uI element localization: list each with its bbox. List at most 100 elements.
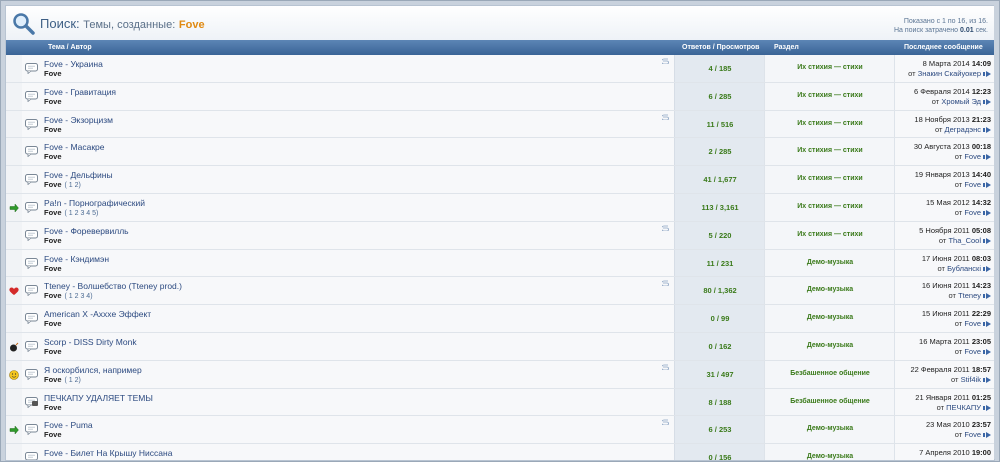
last-post-user-link[interactable]: Fove	[964, 458, 981, 460]
thread-title-link[interactable]: Scorp - DISS Dirty Monk	[44, 337, 137, 347]
col-last-post[interactable]: Последнее сообщение	[904, 44, 983, 51]
table-row[interactable]: Fove - Кэндимэн Fove 11 / 231 Демо-музыка 17…	[6, 249, 994, 278]
go-to-last-post-icon[interactable]	[983, 210, 991, 216]
thread-title-link[interactable]: Fove - Puma	[44, 420, 93, 430]
last-post-user-link[interactable]: Хромый Эд	[941, 97, 981, 106]
go-to-last-post-icon[interactable]	[983, 293, 991, 300]
go-to-last-post-icon[interactable]	[983, 460, 991, 461]
section-link[interactable]: Их стихия — стихи	[765, 64, 895, 71]
table-row[interactable]: Fove - Украина Fove 4 / 185 Их стихия — сти…	[6, 55, 994, 83]
section-link[interactable]: Их стихия — стихи	[765, 92, 895, 99]
table-row[interactable]: Fove - Масакре Fove 2 / 285 Их стихия — сти…	[6, 138, 994, 167]
author-link[interactable]: Fove	[44, 152, 62, 161]
table-row[interactable]: Scorp - DISS Dirty Monk Fove 0 / 162 Демо-м…	[6, 332, 994, 361]
go-to-last-post-icon[interactable]	[983, 182, 991, 189]
section-link[interactable]: Демо-музыка	[765, 342, 895, 349]
author-link[interactable]: Fove	[44, 375, 62, 384]
section-link[interactable]: Демо-музыка	[765, 286, 895, 293]
author-link[interactable]: Fove	[44, 319, 62, 328]
table-row[interactable]: ПЕЧКАПУ УДАЛЯЕТ ТЕМЫ Fove 8 / 188 Безбашенн…	[6, 388, 994, 417]
last-post-user-link[interactable]: Fove	[964, 430, 981, 439]
last-post-user-link[interactable]: Бубланскі	[947, 264, 981, 273]
section-link[interactable]: Безбашенное общение	[765, 398, 895, 405]
thread-title-link[interactable]: Fove - Форевервилль	[44, 226, 129, 236]
last-post-user-link[interactable]: Fove	[964, 347, 981, 356]
thread-title-link[interactable]: Fove - Билет На Крышу Ниссана	[44, 448, 172, 458]
page-links[interactable]: ( 1 2)	[65, 377, 81, 384]
author-link[interactable]: Fove	[44, 264, 62, 273]
thread-title-link[interactable]: ПЕЧКАПУ УДАЛЯЕТ ТЕМЫ	[44, 393, 153, 403]
search-user[interactable]: Fove	[179, 19, 205, 31]
go-to-last-post-icon[interactable]	[983, 432, 991, 439]
go-to-last-post-icon[interactable]	[983, 376, 991, 383]
col-topic[interactable]: Тема / Автор	[48, 44, 92, 51]
author-link[interactable]: Fove	[44, 430, 62, 439]
page-links[interactable]: ( 1 2)	[65, 182, 81, 189]
section-link[interactable]: Безбашенное общение	[765, 370, 895, 377]
section-link[interactable]: Демо-музыка	[765, 314, 895, 321]
page-links[interactable]: ( 1 2 3 4)	[65, 293, 93, 300]
thread-title-link[interactable]: Fove - Украина	[44, 59, 103, 69]
last-post-user-link[interactable]: Fove	[964, 208, 981, 217]
section-link[interactable]: Их стихия — стихи	[765, 147, 895, 154]
table-row[interactable]: Fove - Puma Fove 6 / 253 Демо-музыка 23 Мая …	[6, 416, 994, 445]
author-link[interactable]: Fove	[44, 458, 62, 460]
author-link[interactable]: Fove	[44, 125, 62, 134]
table-row[interactable]: Fove - Экзорцизм Fove 11 / 516 Их стихия — …	[6, 110, 994, 139]
section-link[interactable]: Демо-музыка	[765, 259, 895, 266]
author-link[interactable]: Fove	[44, 69, 62, 78]
go-to-last-post-icon[interactable]	[983, 348, 991, 355]
table-row[interactable]: Fove - Дельфины Fove( 1 2) 41 / 1,677 Их ст…	[6, 166, 994, 194]
author-link[interactable]: Fove	[44, 291, 62, 300]
author-link[interactable]: Fove	[44, 236, 62, 245]
go-to-last-post-icon[interactable]	[983, 237, 991, 244]
col-replies[interactable]: Ответов / Просмотров	[682, 44, 760, 51]
thread-title-link[interactable]: Fove - Масакре	[44, 142, 105, 152]
thread-title-link[interactable]: Fove - Дельфины	[44, 170, 113, 180]
thread-title-link[interactable]: Fove - Экзорцизм	[44, 115, 113, 125]
table-row[interactable]: Pa!n - Порнографический Fove( 1 2 3 4 5) 1…	[6, 193, 994, 222]
section-link[interactable]: Их стихия — стихи	[765, 231, 895, 238]
author-link[interactable]: Fove	[44, 97, 62, 106]
last-post-user-link[interactable]: ПЕЧКАПУ	[946, 403, 981, 412]
table-row[interactable]: Я оскорбился, например Fove( 1 2) 31 / 497…	[6, 360, 994, 389]
table-row[interactable]: Tteney - Волшебство (Tteney prod.) Fove( …	[6, 277, 994, 306]
section-link[interactable]: Демо-музыка	[765, 425, 895, 432]
section-link[interactable]: Их стихия — стихи	[765, 175, 895, 182]
table-row[interactable]: Fove - Форевервилль Fove 5 / 220 Их стихия …	[6, 221, 994, 250]
section-link[interactable]: Демо-музыка	[765, 453, 895, 460]
go-to-last-post-icon[interactable]	[983, 265, 991, 272]
thread-title-link[interactable]: Fove - Гравитация	[44, 87, 116, 97]
last-post-user-link[interactable]: Fove	[964, 319, 981, 328]
section-link[interactable]: Их стихия — стихи	[765, 203, 895, 210]
thread-title-link[interactable]: American X -Axxxe Эффект	[44, 309, 151, 319]
last-post-user-link[interactable]: Tha_Cool	[948, 236, 981, 245]
go-to-last-post-icon[interactable]	[983, 321, 991, 328]
last-post-user-link[interactable]: Знакин Скайуокер	[918, 69, 981, 78]
go-to-last-post-icon[interactable]	[983, 71, 991, 78]
author-link[interactable]: Fove	[44, 180, 62, 189]
thread-title-link[interactable]: Pa!n - Порнографический	[44, 198, 145, 208]
last-post-user-link[interactable]: Stif4ik	[961, 375, 981, 384]
go-to-last-post-icon[interactable]	[983, 154, 991, 161]
page-links[interactable]: ( 1 2 3 4 5)	[65, 210, 99, 217]
last-post-user-link[interactable]: Tteney	[958, 291, 981, 300]
author-link[interactable]: Fove	[44, 347, 62, 356]
table-row[interactable]: American X -Axxxe Эффект Fove 0 / 99 Демо-м…	[6, 305, 994, 333]
thread-title-link[interactable]: Tteney - Волшебство (Tteney prod.)	[44, 281, 182, 291]
go-to-last-post-icon[interactable]	[983, 404, 991, 411]
last-post-user-link[interactable]: Деградэнс	[944, 125, 981, 134]
thread-title-link[interactable]: Я оскорбился, например	[44, 365, 142, 375]
go-to-last-post-icon[interactable]	[983, 98, 991, 105]
go-to-last-post-icon[interactable]	[983, 126, 991, 133]
thread-title-link[interactable]: Fove - Кэндимэн	[44, 254, 109, 264]
author-link[interactable]: Fove	[44, 208, 62, 217]
table-row[interactable]: Fove - Гравитация Fove 6 / 285 Их стихия — …	[6, 82, 994, 111]
author-link[interactable]: Fove	[44, 403, 62, 412]
section-link[interactable]: Их стихия — стихи	[765, 120, 895, 127]
col-section[interactable]: Раздел	[774, 44, 799, 51]
scrollbar[interactable]	[994, 5, 999, 459]
last-post-user-link[interactable]: Fove	[964, 180, 981, 189]
last-post-user-link[interactable]: Fove	[964, 152, 981, 161]
table-row[interactable]: Fove - Билет На Крышу НиссанаFove0 / 156…	[6, 444, 994, 461]
